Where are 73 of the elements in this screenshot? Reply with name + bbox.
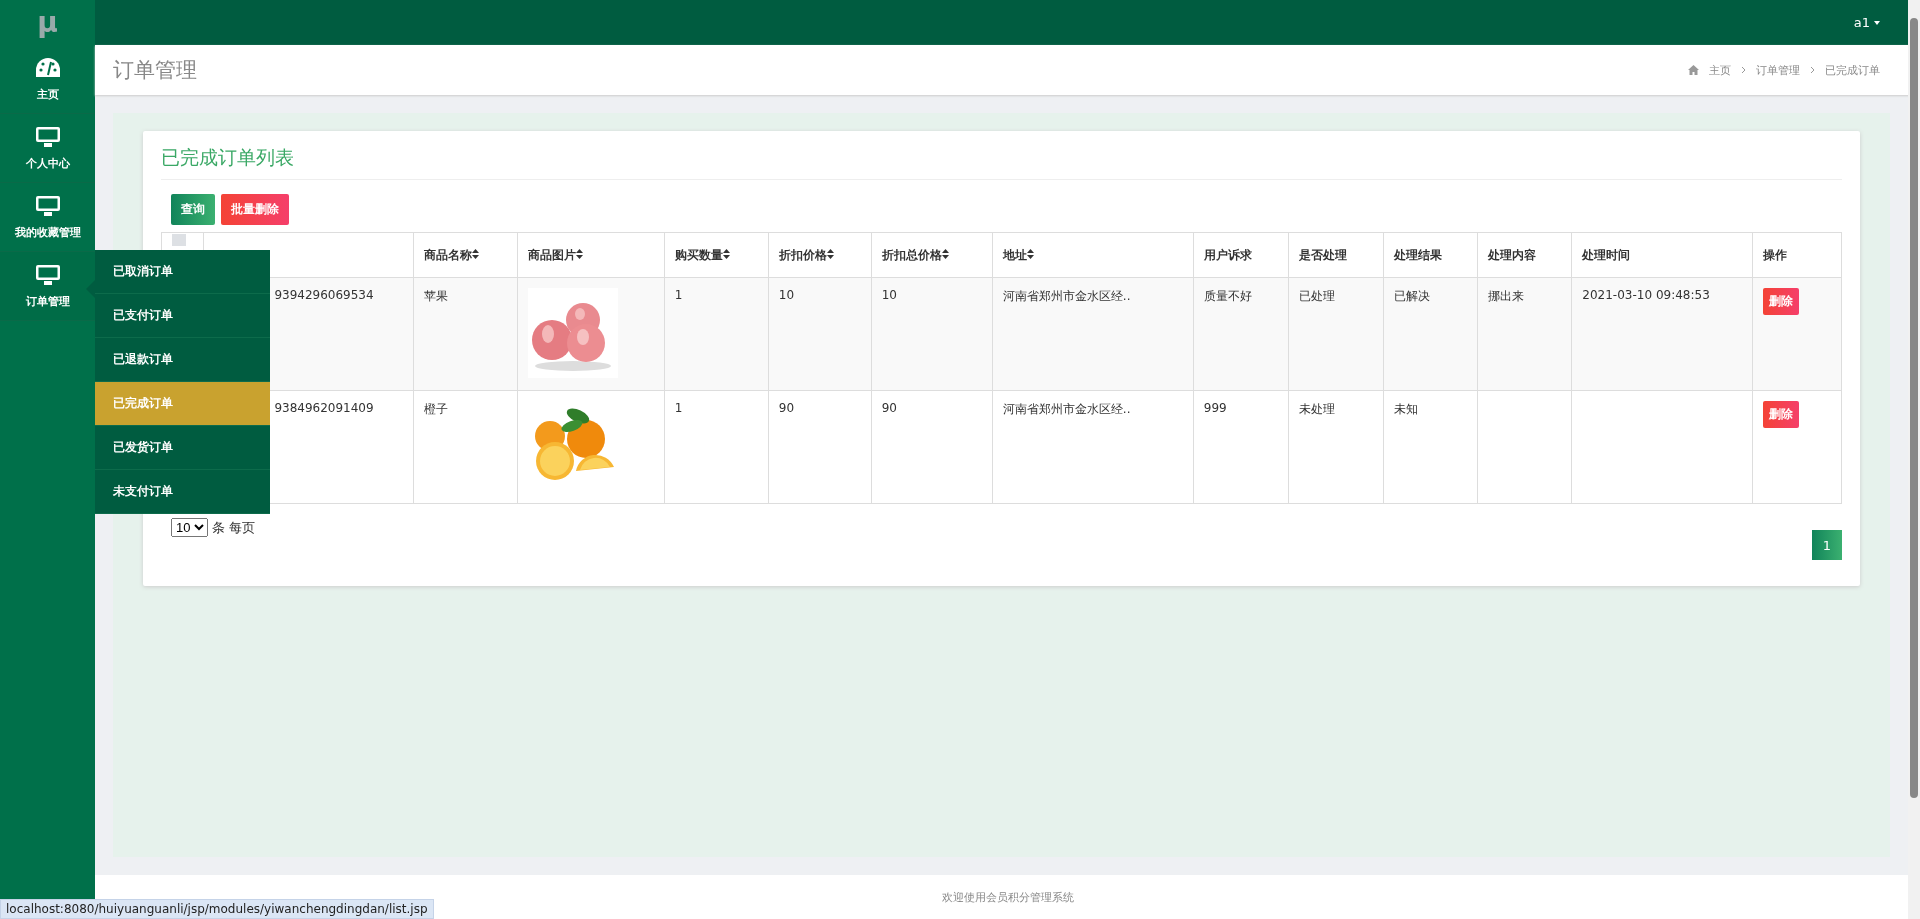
column-header[interactable]: 购买数量	[664, 232, 769, 278]
submenu-item[interactable]: 已发货订单	[95, 426, 270, 470]
column-header[interactable]: 用户诉求	[1193, 232, 1289, 278]
user-menu[interactable]: a1	[1853, 15, 1880, 30]
table-cell: 90	[881, 401, 897, 415]
sidebar-item[interactable]: 主页	[0, 45, 95, 114]
column-header[interactable]: 商品名称	[413, 232, 518, 278]
table-cell: 9394296069534	[274, 288, 374, 302]
sidebar-item[interactable]: 个人中心	[0, 114, 95, 183]
scrollbar[interactable]	[1908, 0, 1920, 919]
chevron-icon	[1810, 66, 1815, 74]
table-cell: 挪出来	[1488, 289, 1525, 303]
column-header[interactable]: 是否处理	[1288, 232, 1384, 278]
monitor-icon	[34, 125, 61, 148]
status-url: localhost:8080/huiyuanguanli/jsp/modules/yiwanchengdingdan/list.jsp	[0, 899, 434, 919]
page-size-label: 条 每页	[212, 518, 256, 537]
submenu-item[interactable]: 已取消订单	[95, 250, 270, 294]
sidebar-label: 订单管理	[25, 293, 70, 309]
table-cell: 2021-03-10 09:48:53	[1582, 288, 1710, 302]
search-button[interactable]: 查询	[171, 194, 215, 225]
delete-button[interactable]: 删除	[1763, 401, 1800, 428]
column-header[interactable]: 处理结果	[1383, 232, 1478, 278]
table-cell: 999	[1203, 401, 1227, 415]
table-cell: 已处理	[1298, 289, 1335, 303]
delete-button[interactable]: 删除	[1763, 288, 1800, 315]
card-title: 已完成订单列表	[161, 145, 1842, 180]
table-cell: 苹果	[424, 289, 449, 303]
table-cell: 未知	[1393, 402, 1418, 416]
monitor-icon	[34, 194, 61, 217]
table-cell: 1	[674, 288, 683, 302]
submenu-item[interactable]: 已支付订单	[95, 294, 270, 338]
sort-icon[interactable]	[826, 248, 834, 259]
table-cell: 橙子	[424, 402, 449, 416]
sort-icon[interactable]	[722, 248, 730, 259]
sort-icon[interactable]	[1026, 248, 1034, 259]
monitor-icon	[34, 263, 61, 286]
breadcrumb-link[interactable]: 主页	[1709, 62, 1731, 78]
table-cell: 河南省郑州市金水区经..	[1002, 402, 1131, 416]
table-cell: 质量不好	[1203, 289, 1252, 303]
column-header[interactable]: 折扣总价格	[871, 232, 993, 278]
column-header[interactable]: 地址	[992, 232, 1194, 278]
sidebar-label: 主页	[36, 86, 59, 102]
page-button[interactable]: 1	[1812, 530, 1842, 560]
table-cell: 10	[778, 288, 795, 302]
batch-delete-button[interactable]: 批量删除	[221, 194, 289, 225]
table-cell: 已解决	[1393, 289, 1430, 303]
table-cell: 未处理	[1298, 402, 1335, 416]
table-cell: 10	[881, 288, 897, 302]
sort-icon[interactable]	[941, 248, 949, 259]
sort-icon[interactable]	[472, 248, 480, 259]
table-cell: 1	[674, 401, 683, 415]
column-header[interactable]: 折扣价格	[768, 232, 872, 278]
column-header[interactable]: 处理内容	[1477, 232, 1572, 278]
table-cell: 90	[778, 401, 795, 415]
submenu-item[interactable]: 未支付订单	[95, 470, 270, 514]
sidebar-item[interactable]: 订单管理	[0, 252, 95, 321]
home-icon	[1688, 65, 1699, 75]
table-cell: 9384962091409	[274, 401, 374, 415]
column-header[interactable]: 操作	[1752, 232, 1842, 278]
column-header[interactable]: 商品图片	[517, 232, 665, 278]
table-cell: 河南省郑州市金水区经..	[1002, 289, 1131, 303]
footer-text: 欢迎使用会员积分管理系统	[941, 889, 1074, 905]
breadcrumb-link[interactable]: 订单管理	[1756, 62, 1800, 78]
breadcrumb-link[interactable]: 已完成订单	[1825, 62, 1880, 78]
checkbox[interactable]	[172, 234, 186, 246]
dashboard-icon	[34, 56, 61, 79]
sidebar-label: 我的收藏管理	[14, 224, 81, 240]
page-title: 订单管理	[113, 57, 197, 84]
page-size-select[interactable]: 10	[171, 518, 208, 537]
chevron-icon	[1741, 66, 1746, 74]
sidebar-label: 个人中心	[25, 155, 70, 171]
sort-icon[interactable]	[576, 248, 584, 259]
column-header[interactable]: 处理时间	[1571, 232, 1753, 278]
